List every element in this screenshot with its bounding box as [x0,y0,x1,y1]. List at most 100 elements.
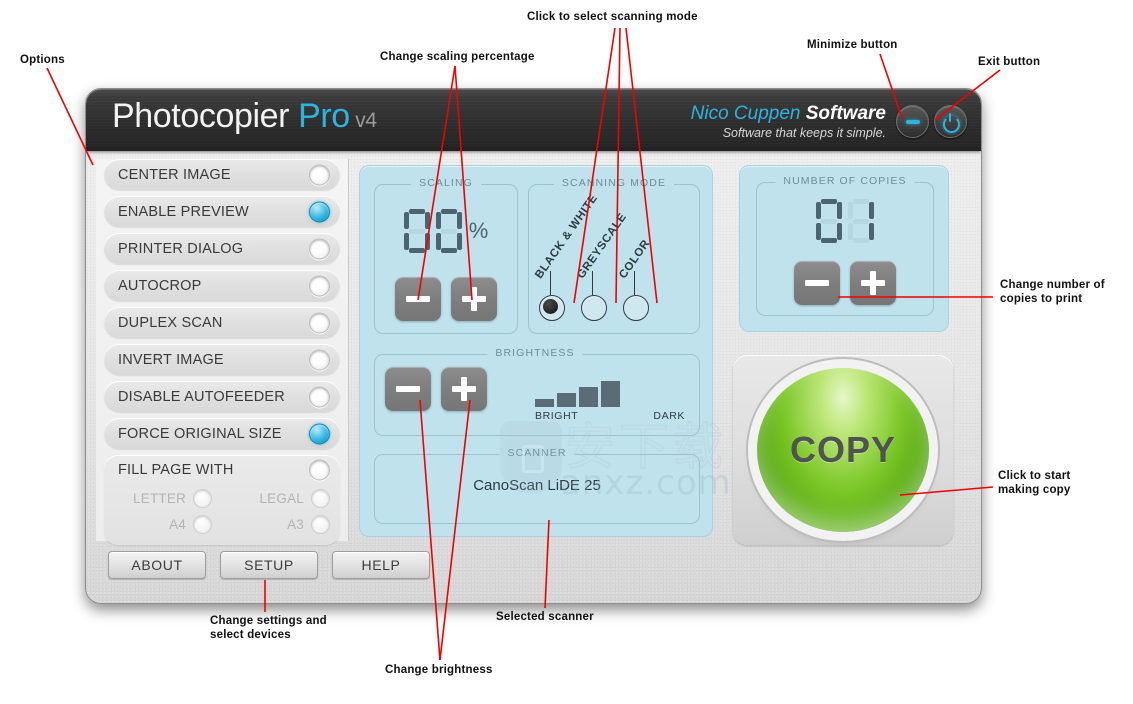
minimize-button[interactable] [896,105,929,138]
mode-radio-color[interactable] [623,295,649,321]
minus-icon [406,296,430,302]
title-bar: Photocopier Pro v4 Nico Cuppen Software … [86,89,981,151]
scaling-minus-button[interactable] [395,277,441,321]
annotation-minimize: Minimize button [807,39,898,51]
about-button[interactable]: ABOUT [108,551,206,579]
option-enable-preview[interactable]: ENABLE PREVIEW [104,196,340,227]
copy-button[interactable]: COPY [757,368,929,532]
option-force-original-size[interactable]: FORCE ORIGINAL SIZE [104,418,340,449]
page-size-knob[interactable] [311,488,330,508]
annotation-options: Options [20,54,65,66]
brightness-scale: BRIGHT DARK [535,379,685,422]
seven-segment-digit [848,199,874,243]
fill-page-group: FILL PAGE WITH LETTER LEGAL A4 A3 [104,455,340,545]
exit-button[interactable] [934,105,967,138]
option-toggle-knob[interactable] [309,201,330,222]
scaling-display: % [375,209,517,253]
app-brand: Photocopier Pro v4 [112,97,377,136]
vendor-block: Nico Cuppen Software Software that keeps… [691,103,886,140]
option-toggle-knob[interactable] [309,164,330,185]
option-toggle-knob[interactable] [309,386,330,407]
option-toggle-knob[interactable] [309,349,330,370]
brightness-bright-label: BRIGHT [535,410,579,422]
help-button[interactable]: HELP [332,551,430,579]
option-invert-image[interactable]: INVERT IMAGE [104,344,340,375]
seven-segment-digit [816,199,842,243]
selected-scanner-name: CanoScan LiDE 25 [473,477,601,494]
mode-tick-3 [634,271,636,295]
option-label: DISABLE AUTOFEEDER [118,388,285,405]
page-size-label: A4 [169,516,186,532]
brightness-fieldset: BRIGHTNESS BRIGHT DARK [374,347,700,436]
setup-button-label: SETUP [244,557,294,573]
option-autocrop[interactable]: AUTOCROP [104,270,340,301]
page-size-knob[interactable] [311,514,330,534]
page-size-a3[interactable]: A3 [222,514,340,534]
mode-tick-2 [592,271,594,295]
annotation-settings: Change settings and select devices [210,615,327,642]
minus-icon [396,386,420,392]
mode-radio-black-white[interactable] [539,295,565,321]
vendor-word-software: Software [805,103,886,124]
vendor-name: Nico Cuppen [690,103,806,124]
brand-name: Photocopier [112,97,299,135]
option-toggle-knob[interactable] [309,275,330,296]
page-size-knob[interactable] [193,514,212,534]
minus-icon [805,280,829,286]
option-toggle-knob[interactable] [309,312,330,333]
option-fill-page-with[interactable]: FILL PAGE WITH [104,455,340,485]
scanner-legend: SCANNER [499,447,575,459]
option-duplex-scan[interactable]: DUPLEX SCAN [104,307,340,338]
option-label: DUPLEX SCAN [118,314,223,331]
option-label: INVERT IMAGE [118,351,224,368]
plus-icon [452,377,476,401]
page-size-a4[interactable]: A4 [104,514,222,534]
annotation-exit: Exit button [978,56,1041,68]
scaling-plus-button[interactable] [451,277,497,321]
mode-tick-1 [550,271,552,295]
option-toggle-knob[interactable] [309,423,330,444]
copies-minus-button[interactable] [794,261,840,305]
vendor-tagline: Software that keeps it simple. [722,126,886,140]
scaling-value [403,209,462,253]
setup-button[interactable]: SETUP [220,551,318,579]
annotation-scaling: Change scaling percentage [380,51,535,63]
option-disable-autofeeder[interactable]: DISABLE AUTOFEEDER [104,381,340,412]
copies-value [816,199,874,243]
brightness-buttons [385,367,487,411]
option-label: FORCE ORIGINAL SIZE [118,425,282,442]
copy-button-housing: COPY [733,355,953,545]
copies-plus-button[interactable] [850,261,896,305]
option-printer-dialog[interactable]: PRINTER DIALOG [104,233,340,264]
seven-segment-digit [435,209,462,253]
help-button-label: HELP [361,557,401,573]
scaling-buttons [375,277,517,321]
copies-panel: NUMBER OF COPIES [739,165,949,332]
page-size-label: LETTER [133,490,186,506]
brightness-bar [557,393,576,407]
footer-bar: ABOUT SETUP HELP [86,541,981,603]
copy-button-label: COPY [789,429,897,470]
option-label: FILL PAGE WITH [118,462,234,478]
option-toggle-knob[interactable] [309,459,330,481]
option-toggle-knob[interactable] [309,238,330,259]
page-size-label: A3 [287,516,304,532]
copies-legend: NUMBER OF COPIES [775,175,915,187]
option-label: PRINTER DIALOG [118,240,244,257]
copies-buttons [757,261,933,305]
brightness-plus-button[interactable] [441,367,487,411]
brightness-minus-button[interactable] [385,367,431,411]
mode-radio-greyscale[interactable] [581,295,607,321]
page-size-row-2: A4 A3 [104,511,340,537]
options-panel: CENTER IMAGE ENABLE PREVIEW PRINTER DIAL… [96,159,349,545]
page-size-knob[interactable] [193,488,212,508]
page-size-legal[interactable]: LEGAL [222,488,340,508]
brightness-bar [601,381,620,407]
power-icon [943,113,960,133]
option-center-image[interactable]: CENTER IMAGE [104,159,340,190]
annotation-copies: Change number of copies to print [1000,279,1105,306]
scanner-fieldset: SCANNER CanoScan LiDE 25 [374,447,700,524]
annotation-brightness: Change brightness [385,664,493,676]
console-panel: SCALING % SCANNING MODE BLACK & WHITE GR… [359,165,731,537]
page-size-letter[interactable]: LETTER [104,488,222,508]
